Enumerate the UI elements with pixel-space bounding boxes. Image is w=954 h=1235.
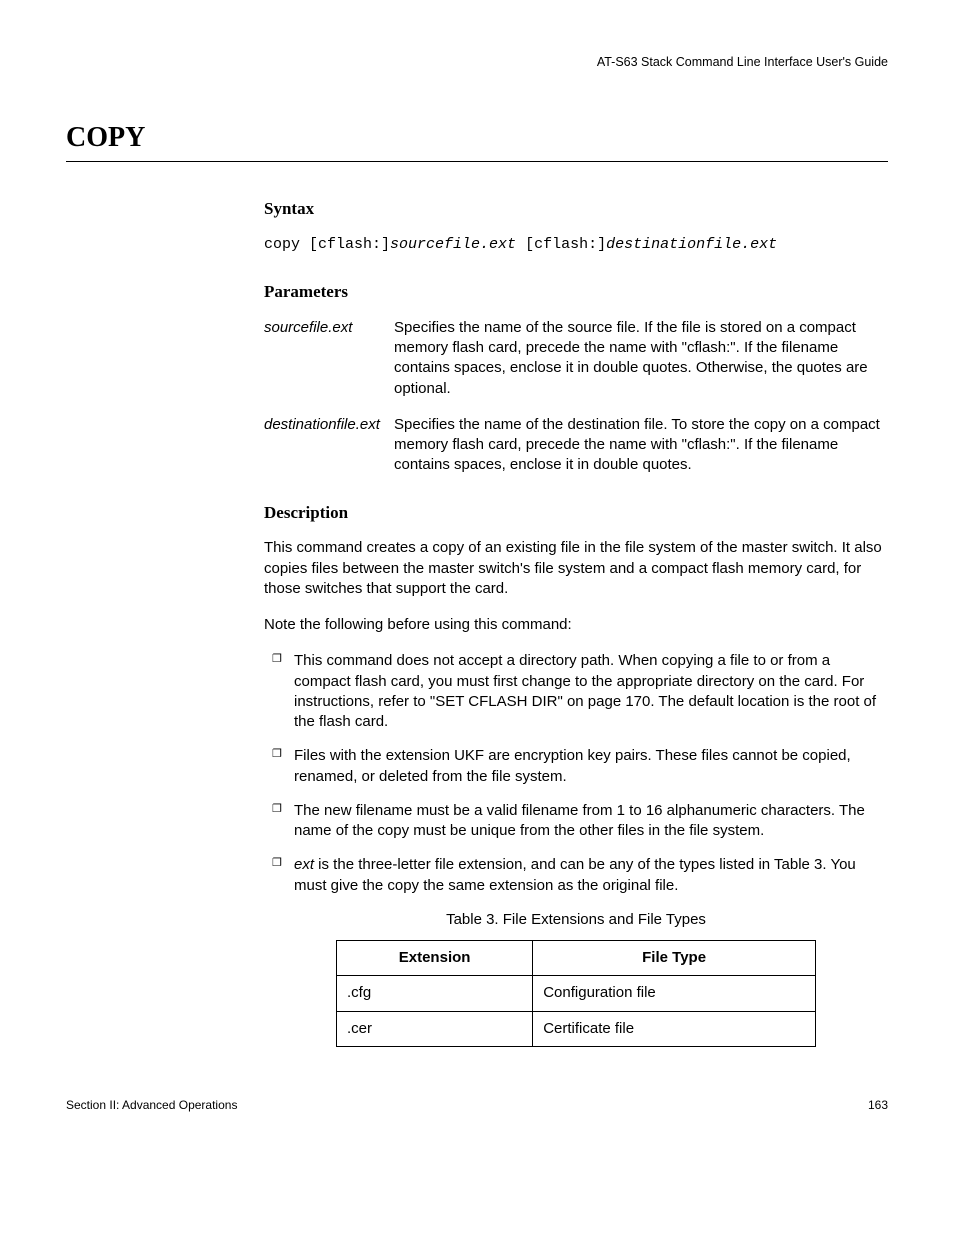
table-cell: Configuration file	[533, 976, 816, 1011]
bullet-lead-italic: ext	[294, 856, 314, 873]
syntax-dest: destinationfile.ext	[606, 236, 777, 253]
table-cell: .cfg	[337, 976, 533, 1011]
table-caption: Table 3. File Extensions and File Types	[264, 910, 888, 930]
description-bullets: This command does not accept a directory…	[264, 651, 888, 896]
syntax-line: copy [cflash:]sourcefile.ext [cflash:]de…	[264, 235, 888, 255]
running-header: AT-S63 Stack Command Line Interface User…	[66, 54, 888, 71]
list-item: Files with the extension UKF are encrypt…	[264, 746, 888, 787]
param-row: sourcefile.ext Specifies the name of the…	[264, 318, 888, 399]
bullet-text: is the three-letter file extension, and …	[294, 856, 856, 893]
list-item: This command does not accept a directory…	[264, 651, 888, 732]
table-row: .cfg Configuration file	[337, 976, 816, 1011]
table-cell: Certificate file	[533, 1011, 816, 1046]
syntax-prefix: copy [cflash:]	[264, 236, 390, 253]
param-name: sourcefile.ext	[264, 318, 394, 399]
table-row: .cer Certificate file	[337, 1011, 816, 1046]
bullet-text: This command does not accept a directory…	[294, 652, 876, 730]
list-item: The new filename must be a valid filenam…	[264, 801, 888, 842]
bullet-text: Files with the extension UKF are encrypt…	[294, 747, 851, 784]
parameters-heading: Parameters	[264, 281, 888, 304]
content-body: Syntax copy [cflash:]sourcefile.ext [cfl…	[264, 198, 888, 1047]
extension-table: Extension File Type .cfg Configuration f…	[336, 940, 816, 1047]
param-row: destinationfile.ext Specifies the name o…	[264, 415, 888, 476]
list-item: ext is the three-letter file extension, …	[264, 855, 888, 896]
table-header-extension: Extension	[337, 941, 533, 976]
table-header-filetype: File Type	[533, 941, 816, 976]
param-desc: Specifies the name of the source file. I…	[394, 318, 888, 399]
description-para-1: This command creates a copy of an existi…	[264, 538, 888, 599]
syntax-mid: [cflash:]	[516, 236, 606, 253]
param-desc: Specifies the name of the destination fi…	[394, 415, 888, 476]
bullet-text: The new filename must be a valid filenam…	[294, 802, 865, 839]
table-header-row: Extension File Type	[337, 941, 816, 976]
param-name: destinationfile.ext	[264, 415, 394, 476]
page-title: COPY	[66, 119, 888, 162]
syntax-heading: Syntax	[264, 198, 888, 221]
footer-section: Section II: Advanced Operations	[66, 1097, 237, 1113]
description-para-2: Note the following before using this com…	[264, 615, 888, 635]
table-cell: .cer	[337, 1011, 533, 1046]
footer-page-number: 163	[868, 1097, 888, 1113]
description-heading: Description	[264, 502, 888, 525]
page-footer: Section II: Advanced Operations 163	[66, 1097, 888, 1113]
syntax-source: sourcefile.ext	[390, 236, 516, 253]
